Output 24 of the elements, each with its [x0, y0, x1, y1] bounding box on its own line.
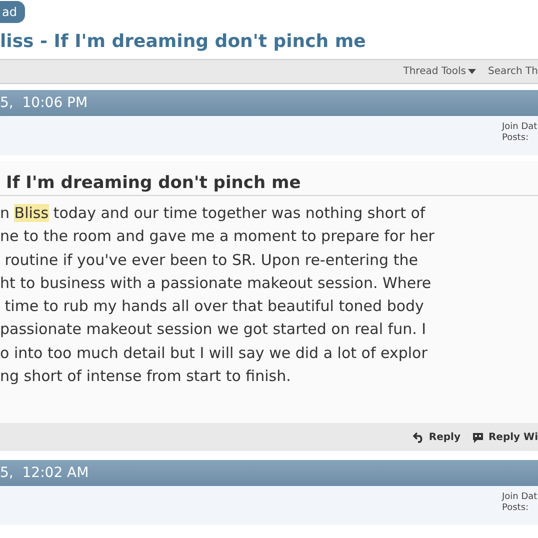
post-text-line: ng short of intense from start to finish. [0, 366, 292, 388]
thread-title: liss - If I'm dreaming don't pinch me [0, 30, 367, 54]
quote-bubble-icon [472, 432, 484, 442]
post-text-line: o into too much detail but I will say we did a lot of explor [0, 342, 428, 364]
reply-button[interactable]: Reply Wi [472, 432, 538, 442]
user-stat-label: Posts: [502, 503, 530, 514]
caret-icon [468, 69, 476, 74]
user-stat-label: Join Dat [502, 122, 538, 133]
post-date: 5, 12:02 AM [0, 465, 89, 481]
post-title: If I'm dreaming don't pinch me [0, 161, 538, 196]
toolbar-menu[interactable]: Search Th [488, 66, 538, 77]
user-stat-label: Join Dat [502, 492, 538, 503]
post-text-line: n Bliss today and our time together was nothing short of [0, 203, 426, 224]
post-text-line: ne to the room and gave me a moment to prepare for her [0, 226, 436, 248]
post-text-line: time to rub my hands all over that beautiful toned body [4, 296, 425, 318]
post-text-line: passionate makeout session we got started on real fun. I [0, 319, 428, 340]
post-text-line: ht to business with a passionate makeout session. Where [0, 272, 432, 294]
toolbar-menu[interactable]: Thread Tools [403, 66, 476, 77]
user-stat-label: Posts: [502, 133, 530, 144]
post-date: 5, 10:06 PM [0, 95, 88, 111]
back-button[interactable]: ad [0, 1, 25, 23]
reply-button[interactable]: Reply [412, 432, 460, 442]
reply-arrow-icon [412, 432, 425, 442]
post-text-line: routine if you've ever been to SR. Upon re-entering the [4, 250, 419, 271]
